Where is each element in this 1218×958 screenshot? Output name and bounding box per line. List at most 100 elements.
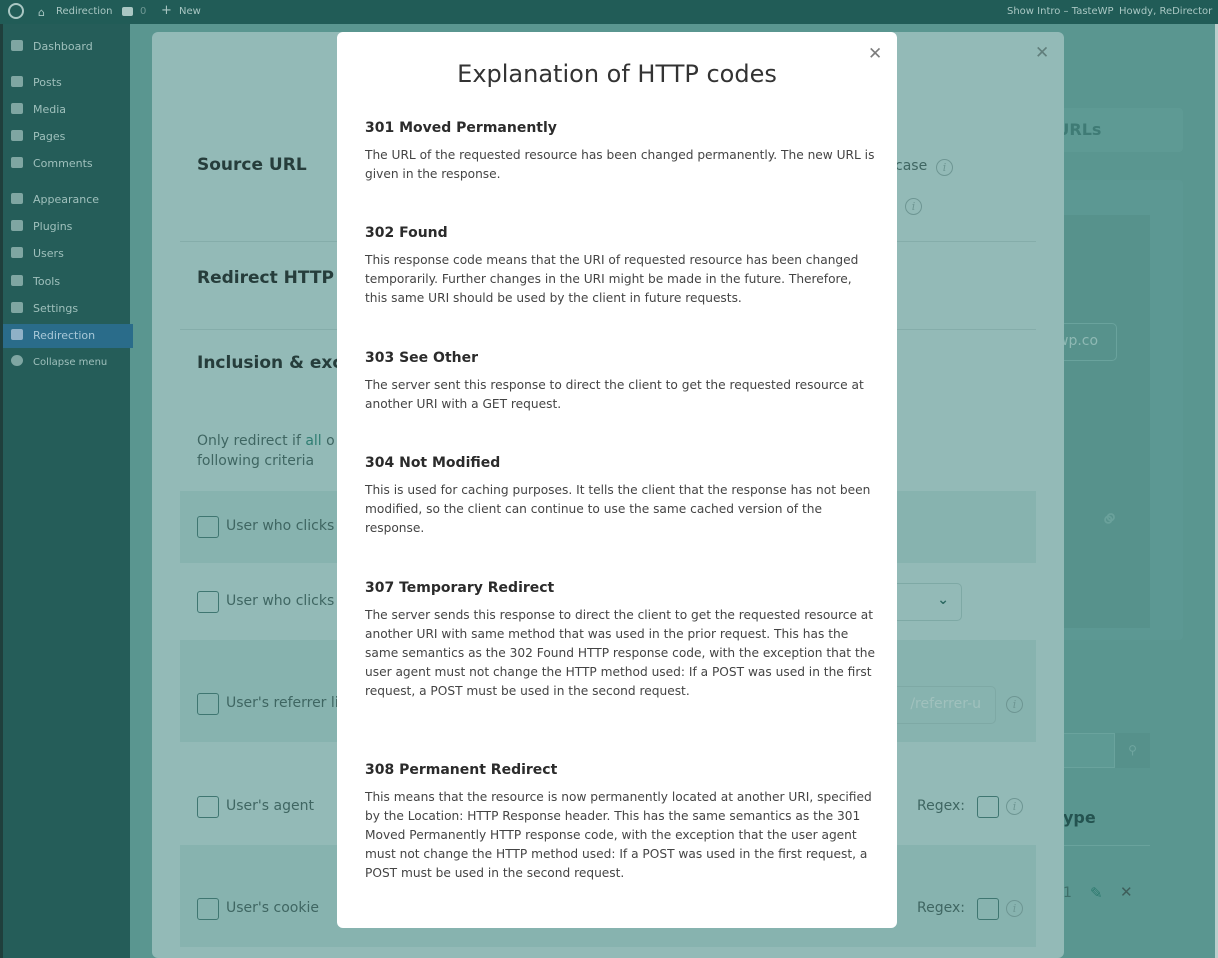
code-description: The URL of the requested resource has be… [365, 148, 875, 181]
ignore-case-label: case [895, 158, 928, 174]
delete-icon[interactable]: ✕ [1120, 883, 1133, 901]
redirect-icon [11, 329, 23, 340]
sidebar-item-media[interactable]: Media [11, 103, 66, 116]
howdy-user-link[interactable]: Howdy, ReDirector [1119, 6, 1212, 17]
info-icon[interactable]: i [1006, 900, 1023, 917]
column-header-type: ype [1063, 808, 1096, 827]
source-url-heading: Source URL [197, 155, 307, 175]
code-303: 303 See Other The server sent this respon… [365, 350, 875, 414]
criteria-label: User's cookie [226, 900, 319, 916]
comment-icon [11, 157, 23, 168]
criteria-text-line2: following criteria [197, 453, 315, 469]
inclusion-exclusion-heading: Inclusion & exclu [197, 353, 361, 373]
chevron-down-icon: ⌄ [937, 592, 949, 608]
sidebar-item-appearance[interactable]: Appearance [11, 193, 99, 206]
wrench-icon [11, 275, 23, 286]
show-intro-link[interactable]: Show Intro – TasteWP [1007, 6, 1114, 17]
sidebar-item-settings[interactable]: Settings [11, 302, 78, 315]
code-description: The server sent this response to direct … [365, 378, 864, 411]
http-codes-modal: ✕ Explanation of HTTP codes 301 Moved Pe… [337, 32, 897, 928]
code-304: 304 Not Modified This is used for caching… [365, 455, 875, 538]
sidebar-item-posts[interactable]: Posts [11, 76, 62, 89]
site-name-link[interactable]: Redirection [56, 6, 112, 17]
sidebar-label: Users [33, 247, 64, 260]
code-title: 307 Temporary Redirect [365, 580, 555, 596]
criteria-label: User's referrer li [226, 695, 339, 711]
criteria-label: User's agent [226, 798, 314, 814]
home-icon: ⌂ [38, 6, 45, 19]
wordpress-logo-icon[interactable] [8, 3, 24, 19]
pin-icon [11, 76, 23, 87]
sidebar-item-pages[interactable]: Pages [11, 130, 65, 143]
criteria-label: User who clicks [226, 593, 335, 609]
sidebar-label: Tools [33, 275, 61, 288]
sidebar-label: Redirection [33, 329, 96, 342]
sidebar-item-tools[interactable]: Tools [11, 275, 60, 288]
regex-label: Regex: [917, 900, 965, 916]
plugin-icon [11, 220, 23, 231]
brush-icon [11, 193, 23, 204]
search-button[interactable]: ⚲ [1115, 733, 1150, 768]
row-code-fragment: 1 [1063, 885, 1072, 901]
dashboard-icon [11, 40, 23, 51]
sidebar-label: Appearance [33, 193, 100, 206]
sidebar-label: Plugins [33, 220, 73, 233]
sidebar-collapse-menu[interactable]: Collapse menu [11, 355, 107, 368]
criteria-suffix: o [321, 433, 335, 449]
regex-checkbox[interactable] [977, 796, 999, 818]
redirect-code-heading: Redirect HTTP c [197, 268, 350, 288]
sidebar-label: Comments [33, 157, 93, 170]
sidebar-label: Dashboard [33, 40, 93, 53]
sidebar-label: Settings [33, 302, 79, 315]
code-title: 304 Not Modified [365, 455, 501, 471]
sidebar-label: Collapse menu [33, 357, 108, 368]
comments-icon[interactable] [122, 7, 133, 16]
pages-icon [11, 130, 23, 141]
collapse-icon [11, 355, 23, 366]
new-link[interactable]: New [179, 6, 201, 17]
criteria-prefix: Only redirect if [197, 433, 306, 449]
regex-label: Regex: [917, 798, 965, 814]
plus-icon: + [161, 3, 172, 18]
sidebar-label: Pages [33, 130, 66, 143]
info-icon[interactable]: i [905, 198, 922, 215]
background-inner-panel [1060, 215, 1150, 628]
sidebar-item-users[interactable]: Users [11, 247, 64, 260]
criteria-text: Only redirect if all o [197, 433, 335, 449]
code-308: 308 Permanent Redirect This means that th… [365, 762, 875, 883]
checkbox[interactable] [197, 693, 219, 715]
code-description: This response code means that the URI of… [365, 253, 859, 305]
sidebar-item-dashboard[interactable]: Dashboard [11, 40, 93, 53]
code-description: The server sends this response to direct… [365, 608, 875, 698]
close-form-icon[interactable]: ✕ [1035, 43, 1049, 63]
sidebar-label: Posts [33, 76, 62, 89]
admin-bar: ⌂ Redirection 0 + New Show Intro – Taste… [0, 0, 1218, 24]
settings-icon [11, 302, 23, 313]
criteria-label: User who clicks [226, 518, 335, 534]
code-302: 302 Found This response code means that t… [365, 225, 875, 308]
code-description: This is used for caching purposes. It te… [365, 483, 871, 535]
code-description: This means that the resource is now perm… [365, 790, 872, 880]
comments-count[interactable]: 0 [140, 6, 146, 17]
info-icon[interactable]: i [1006, 696, 1023, 713]
code-307: 307 Temporary Redirect The server sends t… [365, 580, 875, 701]
criteria-all: all [305, 433, 322, 449]
sidebar-item-redirection[interactable]: Redirection [3, 324, 133, 348]
modal-title: Explanation of HTTP codes [457, 60, 777, 88]
checkbox[interactable] [197, 516, 219, 538]
checkbox[interactable] [197, 796, 219, 818]
info-icon[interactable]: i [1006, 798, 1023, 815]
regex-checkbox[interactable] [977, 898, 999, 920]
sidebar-item-comments[interactable]: Comments [11, 157, 93, 170]
checkbox[interactable] [197, 591, 219, 613]
code-title: 302 Found [365, 225, 448, 241]
code-title: 308 Permanent Redirect [365, 762, 558, 778]
sidebar-label: Media [33, 103, 67, 116]
code-title: 303 See Other [365, 350, 479, 366]
edit-icon[interactable]: ✎ [1090, 884, 1103, 902]
sidebar-item-plugins[interactable]: Plugins [11, 220, 72, 233]
info-icon[interactable]: i [936, 159, 953, 176]
checkbox[interactable] [197, 898, 219, 920]
code-301: 301 Moved Permanently The URL of the requ… [365, 120, 875, 184]
media-icon [11, 103, 23, 114]
